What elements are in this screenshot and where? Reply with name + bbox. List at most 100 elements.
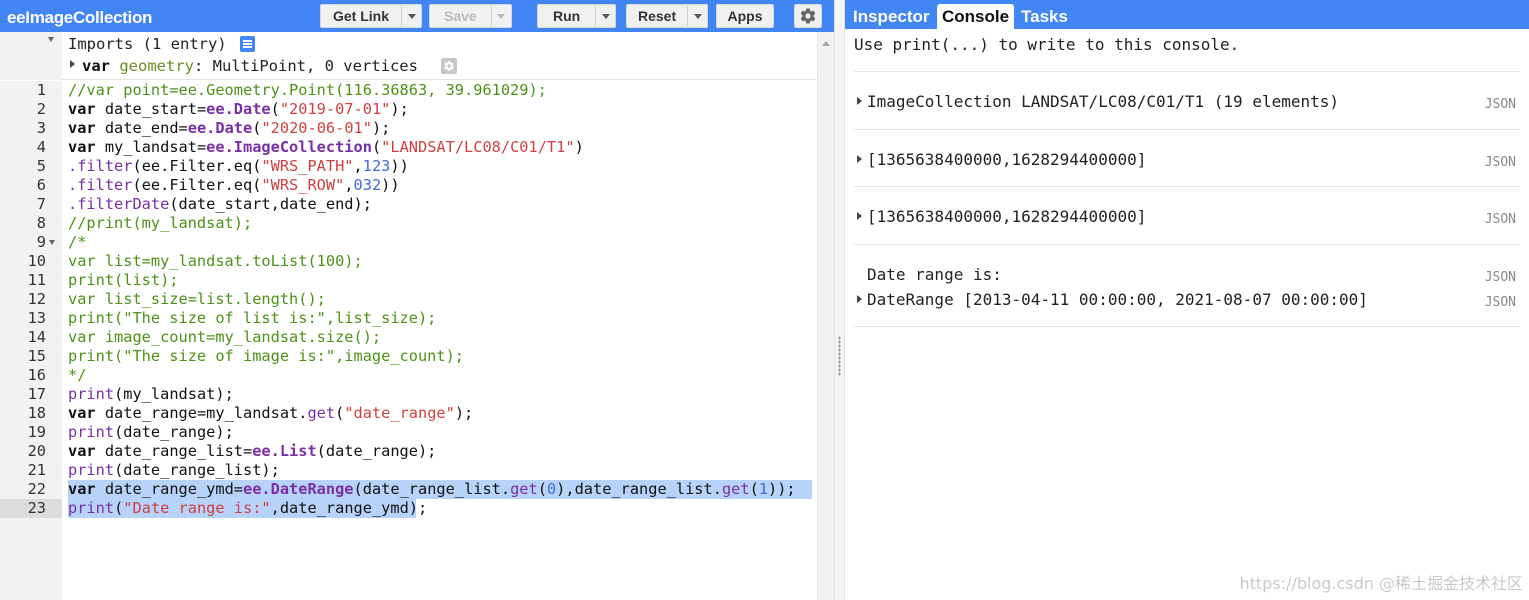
line-number: 17 [27, 385, 46, 403]
line-number: 8 [36, 214, 46, 232]
code-line[interactable]: //print(my_landsat); [68, 214, 252, 233]
output-panel: Inspector Console Tasks Use print(...) t… [845, 0, 1529, 600]
script-name[interactable]: eeImageCollection [7, 8, 152, 28]
tab-tasks[interactable]: Tasks [1016, 4, 1073, 29]
drag-handle-icon[interactable] [838, 336, 841, 376]
line-number: 7 [36, 195, 46, 213]
code-line[interactable]: print("The size of image is:",image_coun… [68, 347, 464, 366]
run-button[interactable]: Run [537, 4, 617, 28]
code-line[interactable]: .filter(ee.Filter.eq("WRS_ROW",032)) [68, 176, 400, 195]
scroll-up-arrow-icon[interactable] [822, 41, 830, 46]
line-number: 13 [27, 309, 46, 327]
tab-inspector[interactable]: Inspector [848, 4, 935, 29]
code-token: get [721, 480, 750, 498]
expand-arrow-icon[interactable] [857, 155, 862, 163]
collapse-imports-arrow[interactable] [48, 37, 54, 42]
save-button[interactable]: Save [429, 4, 512, 28]
code-token: var [68, 138, 96, 156]
code-token: )) [381, 176, 400, 194]
console-output-text[interactable]: [1365638400000,1628294400000] [867, 150, 1146, 169]
import-settings-button[interactable] [441, 58, 457, 74]
code-line[interactable]: var date_start=ee.Date("2019-07-01"); [68, 100, 409, 119]
console-output-text[interactable]: DateRange [2013-04-11 00:00:00, 2021-08-… [867, 290, 1368, 309]
code-token: ee.List [252, 442, 317, 460]
code-token: ( [132, 176, 142, 194]
code-line[interactable]: var list=my_landsat.toList(100); [68, 252, 363, 271]
import-entry[interactable]: var geometry: MultiPoint, 0 vertices [82, 57, 418, 75]
expand-arrow-icon[interactable] [857, 295, 862, 303]
code-token: get [510, 480, 538, 498]
expand-arrow-icon[interactable] [857, 212, 862, 220]
code-token: ) [574, 138, 584, 156]
code-line[interactable]: .filter(ee.Filter.eq("WRS_PATH",123)) [68, 157, 409, 176]
code-line[interactable]: var list_size=list.length(); [68, 290, 326, 309]
save-dropdown[interactable] [490, 5, 511, 27]
code-token: ( [270, 100, 280, 118]
tab-console[interactable]: Console [937, 4, 1015, 29]
code-token: "LANDSAT/LC08/C01/T1" [381, 138, 575, 156]
reset-dropdown[interactable] [687, 5, 707, 27]
show-generated-code-icon[interactable] [240, 36, 255, 52]
json-link[interactable]: JSON [1485, 295, 1516, 310]
run-dropdown[interactable] [595, 5, 615, 27]
code-token: "Date range is:" [123, 499, 271, 517]
fold-arrow-icon[interactable] [49, 240, 55, 245]
code-token: ee.Filter.eq [141, 157, 253, 175]
console-output-text[interactable]: ImageCollection LANDSAT/LC08/C01/T1 (19 … [867, 92, 1339, 111]
code-line[interactable]: var date_range_list=ee.List(date_range); [68, 442, 436, 461]
json-link[interactable]: JSON [1485, 270, 1516, 285]
json-link[interactable]: JSON [1485, 212, 1516, 227]
get-link-button[interactable]: Get Link [320, 4, 423, 28]
run-label: Run [553, 8, 581, 24]
expand-import-arrow[interactable] [70, 60, 75, 68]
import-var-name[interactable]: geometry [119, 57, 194, 75]
expand-arrow-icon[interactable] [857, 97, 862, 105]
code-token: "WRS_PATH" [261, 157, 354, 175]
code-line[interactable]: var date_range=my_landsat.get("date_rang… [68, 404, 473, 423]
settings-button[interactable] [794, 4, 822, 28]
reset-button[interactable]: Reset [626, 4, 709, 28]
editor-scrollbar[interactable] [817, 32, 834, 600]
line-number: 5 [36, 157, 46, 175]
code-token: var [68, 100, 96, 118]
code-line[interactable]: //var point=ee.Geometry.Point(116.36863,… [68, 81, 547, 100]
chevron-down-icon [407, 13, 416, 19]
gear-icon [444, 61, 454, 72]
code-token: ( [371, 138, 382, 156]
get-link-dropdown[interactable] [401, 5, 421, 27]
console-output-text[interactable]: [1365638400000,1628294400000] [867, 207, 1146, 226]
code-token: ); [454, 404, 474, 422]
json-link[interactable]: JSON [1485, 155, 1516, 170]
watermark-text: https://blog.csdn @稀土掘金技术社区 [1239, 574, 1523, 593]
code-line[interactable]: /* [68, 233, 86, 252]
code-token: /* [68, 233, 87, 251]
code-line[interactable]: */ [68, 366, 86, 385]
console-output: Use print(...) to write to this console.… [845, 29, 1529, 600]
divider [854, 244, 1520, 245]
code-line[interactable]: print(date_range); [68, 423, 234, 442]
code-line[interactable]: print(date_range_list); [68, 461, 280, 480]
code-line[interactable]: print(list); [68, 271, 179, 290]
divider [854, 71, 1520, 72]
code-editor-panel: eeImageCollection Get Link Save Run Rese… [0, 0, 834, 600]
code-line[interactable]: var my_landsat=ee.ImageCollection("LANDS… [68, 138, 584, 157]
code-line[interactable]: print("The size of list is:",list_size); [68, 309, 436, 328]
json-link[interactable]: JSON [1485, 97, 1516, 112]
code-line[interactable]: var date_range_ymd=ee.DateRange(date_ran… [68, 480, 796, 499]
code-token: )); [768, 480, 796, 498]
code-token: var [68, 442, 96, 460]
code-token: .filterDate [68, 195, 170, 213]
line-number: 15 [27, 347, 46, 365]
code-line[interactable]: .filterDate(date_start,date_end); [68, 195, 372, 214]
apps-button[interactable]: Apps [716, 4, 774, 28]
divider [854, 186, 1520, 187]
chevron-down-icon [601, 13, 610, 19]
code-editor[interactable]: 1 2 3 4 5 6 7 8 9 10 11 12 13 14 15 16 17 18 19 20 21 22 23 //… [0, 81, 817, 600]
code-line[interactable]: var date_end=ee.Date("2020-06-01"); [68, 119, 390, 138]
code-line[interactable]: print(my_landsat); [68, 385, 234, 404]
code-line[interactable]: print("Date range is:",date_range_ymd); [68, 499, 427, 518]
code-line[interactable]: var image_count=my_landsat.size(); [68, 328, 381, 347]
imports-section: Imports (1 entry) var geometry: MultiPoi… [0, 32, 817, 80]
code-token: */ [68, 366, 87, 384]
panel-splitter[interactable] [834, 0, 845, 600]
